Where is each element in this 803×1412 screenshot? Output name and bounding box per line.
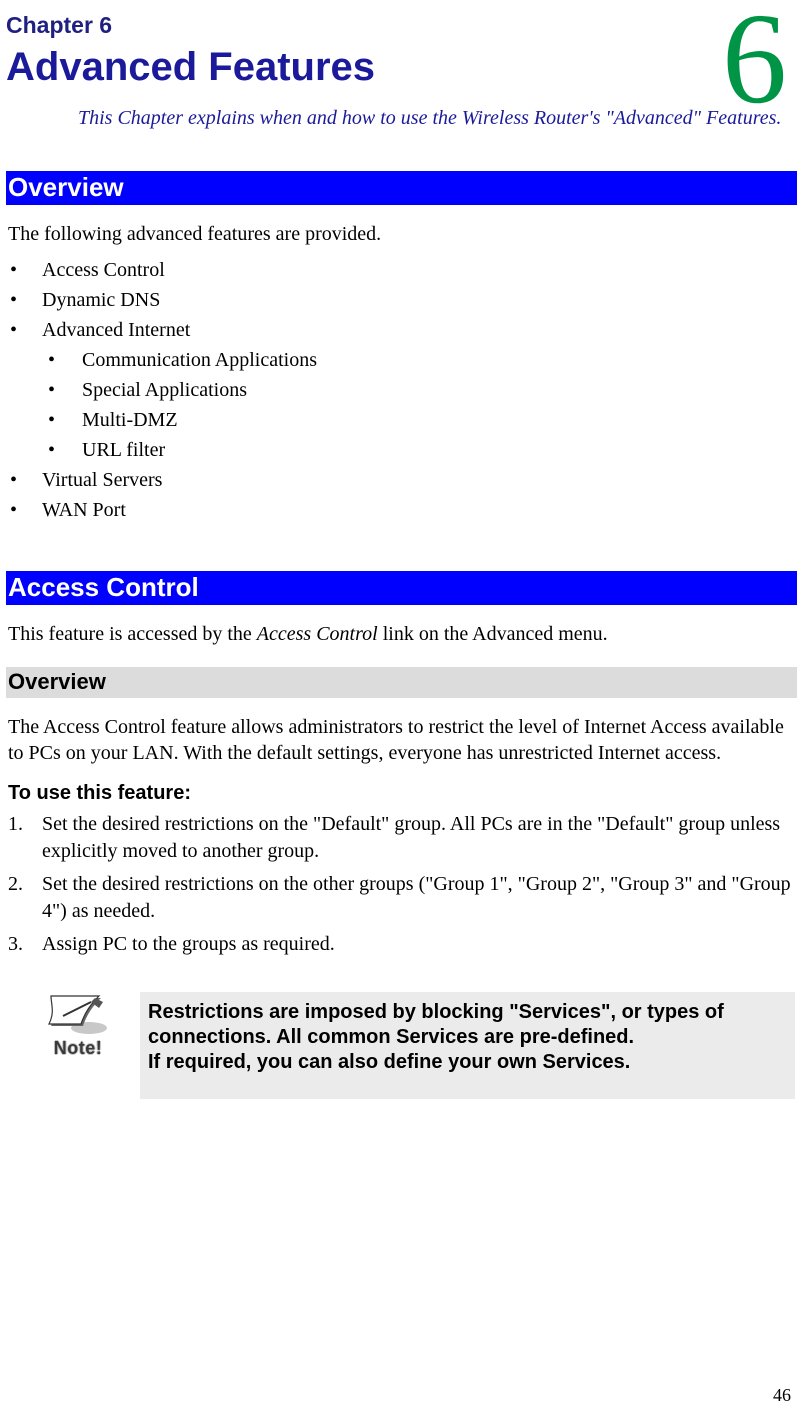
note-line: If required, you can also define your ow…: [148, 1051, 630, 1073]
list-item: Set the desired restrictions on the "Def…: [8, 811, 795, 865]
chapter-label: Chapter 6: [6, 12, 797, 39]
chapter-intro: This Chapter explains when and how to us…: [78, 106, 785, 131]
subsubsection-heading: To use this feature:: [8, 782, 797, 805]
chapter-numeral: 6: [722, 0, 787, 124]
text-fragment: link on the Advanced menu.: [378, 623, 608, 645]
document-page: 6 Chapter 6 Advanced Features This Chapt…: [0, 0, 803, 1412]
list-item: Assign PC to the groups as required.: [8, 931, 795, 958]
chapter-title: Advanced Features: [6, 45, 797, 90]
emphasis-text: Access Control: [257, 623, 378, 645]
list-item: URL filter: [42, 435, 797, 465]
list-item: WAN Port: [8, 495, 797, 525]
list-item-label: Advanced Internet: [42, 319, 190, 341]
subsection-heading-overview: Overview: [6, 667, 797, 698]
access-overview-body: The Access Control feature allows admini…: [8, 714, 795, 766]
list-item: Special Applications: [42, 375, 797, 405]
list-item: Advanced Internet Communication Applicat…: [8, 315, 797, 465]
section-heading-overview: Overview: [6, 171, 797, 205]
text-fragment: This feature is accessed by the: [8, 623, 257, 645]
page-number: 46: [773, 1385, 791, 1406]
overview-lead: The following advanced features are prov…: [8, 221, 795, 247]
nested-list: Communication Applications Special Appli…: [42, 345, 797, 465]
note-callout: Note! Restrictions are imposed by blocki…: [32, 992, 795, 1099]
list-item: Communication Applications: [42, 345, 797, 375]
note-line: Restrictions are imposed by blocking "Se…: [148, 1001, 724, 1048]
list-item: Virtual Servers: [8, 465, 797, 495]
list-item: Access Control: [8, 255, 797, 285]
access-lead: This feature is accessed by the Access C…: [8, 621, 795, 647]
overview-list: Access Control Dynamic DNS Advanced Inte…: [8, 255, 797, 525]
note-icon-label: Note!: [32, 1038, 124, 1059]
list-item: Set the desired restrictions on the othe…: [8, 871, 795, 925]
chapter-header: 6 Chapter 6 Advanced Features: [6, 12, 797, 90]
note-icon: Note!: [32, 992, 124, 1059]
section-heading-access-control: Access Control: [6, 571, 797, 605]
list-item: Dynamic DNS: [8, 285, 797, 315]
note-text: Restrictions are imposed by blocking "Se…: [140, 992, 795, 1099]
steps-list: Set the desired restrictions on the "Def…: [8, 811, 795, 958]
list-item: Multi-DMZ: [42, 405, 797, 435]
